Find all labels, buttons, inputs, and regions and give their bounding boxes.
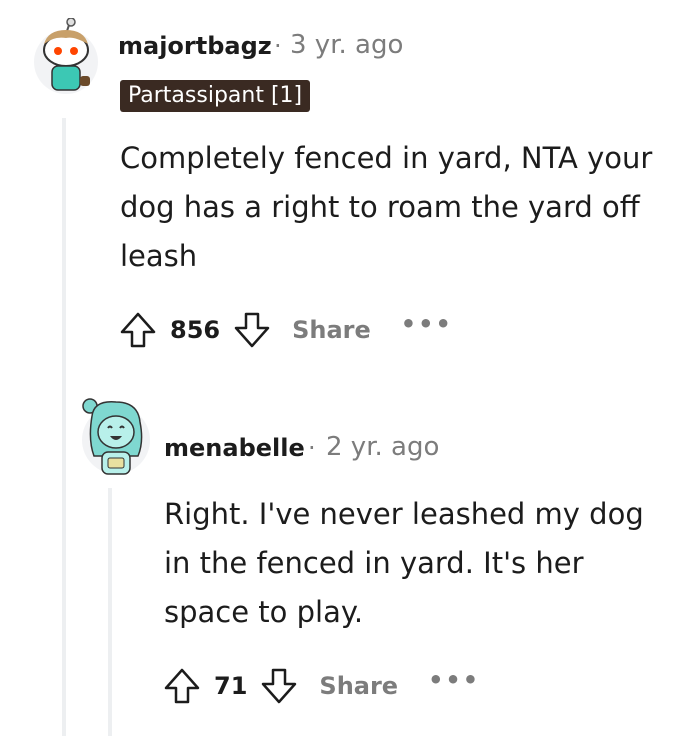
timestamp[interactable]: 3 yr. ago	[290, 30, 403, 60]
upvote-icon[interactable]	[162, 666, 202, 706]
comment-body-line: leash	[120, 239, 198, 273]
upvote-icon[interactable]	[118, 310, 158, 350]
vote-score: 856	[170, 316, 221, 344]
meta-separator: ·	[274, 32, 282, 60]
meta-separator: ·	[308, 434, 316, 462]
snoo-avatar-icon	[34, 18, 98, 94]
thread-line-reply[interactable]	[108, 488, 112, 736]
username[interactable]: majortbagz	[118, 32, 272, 60]
comment-body-line: Completely fenced in yard, NTA your	[120, 141, 653, 175]
more-options-button[interactable]: •••	[401, 310, 453, 338]
comment-body-line: space to play.	[164, 595, 364, 629]
more-options-button[interactable]: •••	[428, 666, 480, 694]
downvote-icon[interactable]	[259, 666, 299, 706]
snoo-avatar-icon	[82, 398, 150, 475]
comment-body-line: dog has a right to roam the yard off	[120, 190, 640, 224]
comment-actions: 856 Share •••	[118, 310, 453, 350]
timestamp[interactable]: 2 yr. ago	[326, 432, 439, 462]
avatar[interactable]	[30, 18, 102, 98]
share-button[interactable]: Share	[292, 316, 371, 344]
vote-score: 71	[214, 672, 248, 700]
avatar[interactable]	[78, 392, 154, 480]
comment-body: Completely fenced in yard, NTA your dog …	[120, 134, 690, 281]
comment-body: Right. I've never leashed my dog in the …	[164, 490, 684, 637]
comment-body-line: Right. I've never leashed my dog	[164, 497, 644, 531]
share-button[interactable]: Share	[319, 672, 398, 700]
comment-actions: 71 Share •••	[162, 666, 480, 706]
comment-body-line: in the fenced in yard. It's her	[164, 546, 584, 580]
username[interactable]: menabelle	[164, 434, 305, 462]
thread-line-root[interactable]	[62, 118, 66, 736]
downvote-icon[interactable]	[232, 310, 272, 350]
user-flair: Partassipant [1]	[120, 80, 311, 112]
